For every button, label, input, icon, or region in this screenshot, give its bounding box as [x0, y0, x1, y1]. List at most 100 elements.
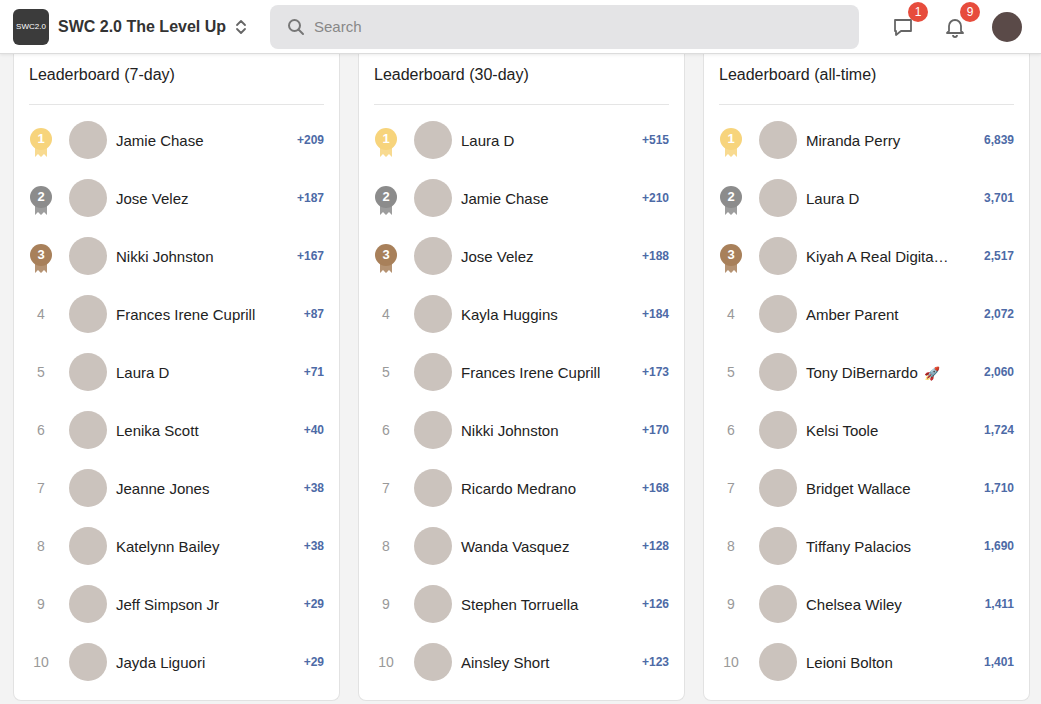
member-name[interactable]: Stephen Torruella	[461, 596, 636, 613]
member-name[interactable]: Kayla Huggins	[461, 306, 636, 323]
member-avatar[interactable]	[69, 179, 107, 217]
member-name[interactable]: Miranda Perry	[806, 132, 978, 149]
member-name[interactable]: Ainsley Short	[461, 654, 636, 671]
member-name[interactable]: Jamie Chase	[116, 132, 291, 149]
member-avatar[interactable]	[759, 527, 797, 565]
notifications-button[interactable]: 9	[940, 12, 970, 42]
member-avatar[interactable]	[759, 411, 797, 449]
member-avatar[interactable]	[69, 527, 107, 565]
leaderboard-row[interactable]: 3 Kiyah A Real Digita… 2,517	[719, 227, 1014, 285]
leaderboard-row[interactable]: 5 Tony DiBernardo🚀 2,060	[719, 343, 1014, 401]
leaderboard-row[interactable]: 4 Kayla Huggins +184	[374, 285, 669, 343]
member-avatar[interactable]	[69, 411, 107, 449]
member-avatar[interactable]	[414, 643, 452, 681]
member-name[interactable]: Nikki Johnston	[461, 422, 636, 439]
leaderboard-row[interactable]: 9 Stephen Torruella +126	[374, 575, 669, 633]
leaderboard-row[interactable]: 3 Nikki Johnston +167	[29, 227, 324, 285]
leaderboard-row[interactable]: 6 Kelsi Toole 1,724	[719, 401, 1014, 459]
member-name[interactable]: Laura D	[461, 132, 636, 149]
member-name[interactable]: Katelynn Bailey	[116, 538, 298, 555]
member-avatar[interactable]	[759, 237, 797, 275]
member-avatar[interactable]	[69, 121, 107, 159]
group-switcher[interactable]: SWC2.0 SWC 2.0 The Level Up	[0, 9, 270, 45]
member-name[interactable]: Kelsi Toole	[806, 422, 978, 439]
leaderboard-row[interactable]: 2 Jose Velez +187	[29, 169, 324, 227]
member-name[interactable]: Jose Velez	[116, 190, 291, 207]
leaderboard-row[interactable]: 6 Nikki Johnston +170	[374, 401, 669, 459]
leaderboard-row[interactable]: 10 Jayda Liguori +29	[29, 633, 324, 691]
member-avatar[interactable]	[759, 643, 797, 681]
member-avatar[interactable]	[414, 295, 452, 333]
leaderboard-row[interactable]: 8 Katelynn Bailey +38	[29, 517, 324, 575]
member-name[interactable]: Nikki Johnston	[116, 248, 291, 265]
leaderboard-row[interactable]: 10 Ainsley Short +123	[374, 633, 669, 691]
member-avatar[interactable]	[759, 121, 797, 159]
leaderboard-row[interactable]: 7 Bridget Wallace 1,710	[719, 459, 1014, 517]
group-logo[interactable]: SWC2.0	[13, 9, 49, 45]
member-avatar[interactable]	[414, 179, 452, 217]
member-name[interactable]: Frances Irene Cuprill	[461, 364, 636, 381]
messages-button[interactable]: 1	[888, 12, 918, 42]
profile-avatar[interactable]	[992, 12, 1022, 42]
member-avatar[interactable]	[414, 585, 452, 623]
member-name[interactable]: Jayda Liguori	[116, 654, 298, 671]
member-name[interactable]: Bridget Wallace	[806, 480, 978, 497]
member-avatar[interactable]	[414, 237, 452, 275]
member-points: 1,724	[984, 423, 1014, 437]
leaderboard-row[interactable]: 2 Laura D 3,701	[719, 169, 1014, 227]
leaderboard-row[interactable]: 10 Leioni Bolton 1,401	[719, 633, 1014, 691]
member-name[interactable]: Laura D	[116, 364, 298, 381]
leaderboard-row[interactable]: 7 Jeanne Jones +38	[29, 459, 324, 517]
leaderboard-row[interactable]: 8 Wanda Vasquez +128	[374, 517, 669, 575]
member-name[interactable]: Jamie Chase	[461, 190, 636, 207]
member-avatar[interactable]	[759, 353, 797, 391]
leaderboard-row[interactable]: 9 Jeff Simpson Jr +29	[29, 575, 324, 633]
member-name[interactable]: Tony DiBernardo🚀	[806, 364, 978, 381]
member-avatar[interactable]	[69, 295, 107, 333]
leaderboard-row[interactable]: 4 Amber Parent 2,072	[719, 285, 1014, 343]
leaderboard-row[interactable]: 5 Frances Irene Cuprill +173	[374, 343, 669, 401]
member-name[interactable]: Wanda Vasquez	[461, 538, 636, 555]
member-avatar[interactable]	[414, 469, 452, 507]
member-avatar[interactable]	[69, 585, 107, 623]
leaderboard-row[interactable]: 5 Laura D +71	[29, 343, 324, 401]
member-name[interactable]: Jose Velez	[461, 248, 636, 265]
member-name[interactable]: Ricardo Medrano	[461, 480, 636, 497]
leaderboard-row[interactable]: 2 Jamie Chase +210	[374, 169, 669, 227]
member-avatar[interactable]	[759, 585, 797, 623]
leaderboard-row[interactable]: 4 Frances Irene Cuprill +87	[29, 285, 324, 343]
member-name[interactable]: Amber Parent	[806, 306, 978, 323]
member-avatar[interactable]	[69, 353, 107, 391]
leaderboard-row[interactable]: 1 Jamie Chase +209	[29, 111, 324, 169]
group-title[interactable]: SWC 2.0 The Level Up	[58, 18, 226, 36]
member-name[interactable]: Lenika Scott	[116, 422, 298, 439]
member-name[interactable]: Jeanne Jones	[116, 480, 298, 497]
member-avatar[interactable]	[414, 353, 452, 391]
rank: 6	[29, 422, 53, 438]
member-avatar[interactable]	[69, 643, 107, 681]
member-name[interactable]: Kiyah A Real Digita…	[806, 248, 978, 265]
member-name[interactable]: Tiffany Palacios	[806, 538, 978, 555]
member-name[interactable]: Frances Irene Cuprill	[116, 306, 298, 323]
leaderboard-row[interactable]: 9 Chelsea Wiley 1,411	[719, 575, 1014, 633]
member-avatar[interactable]	[414, 121, 452, 159]
member-avatar[interactable]	[759, 295, 797, 333]
member-avatar[interactable]	[69, 469, 107, 507]
chevron-up-down-icon[interactable]	[235, 18, 247, 36]
member-name[interactable]: Chelsea Wiley	[806, 596, 979, 613]
leaderboard-row[interactable]: 1 Miranda Perry 6,839	[719, 111, 1014, 169]
search-field[interactable]: Search	[270, 5, 859, 49]
member-name[interactable]: Laura D	[806, 190, 978, 207]
member-avatar[interactable]	[759, 469, 797, 507]
leaderboard-row[interactable]: 8 Tiffany Palacios 1,690	[719, 517, 1014, 575]
leaderboard-row[interactable]: 1 Laura D +515	[374, 111, 669, 169]
member-name[interactable]: Leioni Bolton	[806, 654, 978, 671]
leaderboard-row[interactable]: 6 Lenika Scott +40	[29, 401, 324, 459]
leaderboard-row[interactable]: 3 Jose Velez +188	[374, 227, 669, 285]
member-avatar[interactable]	[759, 179, 797, 217]
member-name[interactable]: Jeff Simpson Jr	[116, 596, 298, 613]
member-avatar[interactable]	[414, 527, 452, 565]
member-avatar[interactable]	[69, 237, 107, 275]
member-avatar[interactable]	[414, 411, 452, 449]
leaderboard-row[interactable]: 7 Ricardo Medrano +168	[374, 459, 669, 517]
